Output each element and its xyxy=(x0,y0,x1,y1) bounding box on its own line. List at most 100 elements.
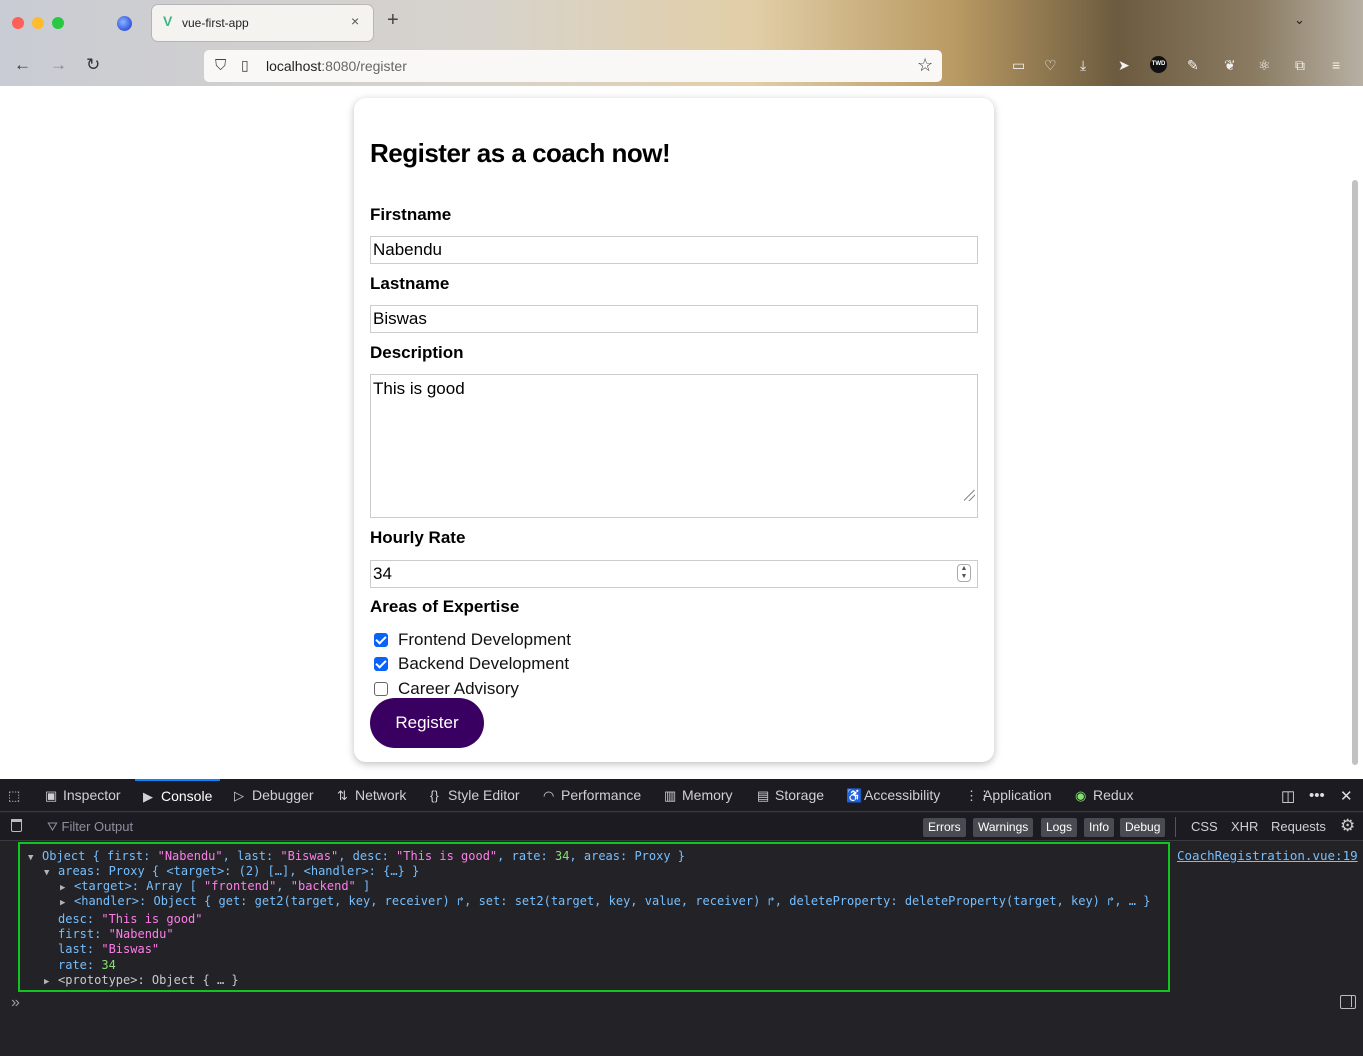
bookmark-star-icon[interactable]: ☆ xyxy=(917,55,933,76)
console-settings-gear-icon[interactable]: ⚙ xyxy=(1340,816,1355,836)
tab-accessibility[interactable]: ♿ Accessibility xyxy=(846,779,940,812)
tab-performance[interactable]: ◠ Performance xyxy=(543,779,641,812)
maximize-window-button[interactable] xyxy=(52,17,64,29)
tab-style-editor[interactable]: {} Style Editor xyxy=(430,779,520,812)
frontend-checkbox[interactable] xyxy=(374,633,388,647)
textarea-resize-handle[interactable] xyxy=(964,490,975,501)
browser-chrome: V vue-first-app × + ⌄ ← → ↻ ⛉ ▯ localhos… xyxy=(0,0,1363,86)
performance-icon: ◠ xyxy=(543,788,555,803)
tab-inspector[interactable]: ▣ Inspector xyxy=(45,779,121,812)
description-textarea[interactable]: This is good xyxy=(370,374,978,518)
back-button[interactable]: ← xyxy=(14,56,31,74)
react-extension-icon[interactable]: ⚛ xyxy=(1258,56,1271,74)
log-handler-line[interactable]: ▶ <handler>: Object { get: get2(target, k… xyxy=(60,894,1150,911)
screenshot-icon[interactable]: ▭ xyxy=(1012,56,1025,74)
hourly-rate-input[interactable] xyxy=(370,560,978,588)
split-console-icon[interactable] xyxy=(1340,995,1356,1009)
filter-output-input[interactable]: ⛛ Filter Output xyxy=(47,819,133,835)
tab-application-label: Application xyxy=(983,787,1052,803)
backend-checkbox-label[interactable]: Backend Development xyxy=(398,654,569,674)
toolbar-extensions: ▭ ♡ ⤓ ➤ TWD ✎ ❦ ⚛ ⧉ ≡ xyxy=(1012,56,1352,76)
redux-extension-icon[interactable]: ❦ xyxy=(1224,56,1236,74)
close-window-button[interactable] xyxy=(12,17,24,29)
list-all-tabs-button[interactable]: ⌄ xyxy=(1294,12,1305,28)
firstname-label: Firstname xyxy=(370,205,452,224)
tab-console-label: Console xyxy=(161,788,213,804)
page-scrollbar[interactable] xyxy=(1350,90,1360,765)
devtools-panel: ⬚ ▣ Inspector ▶ Console ▷ Debugger ⇅ Network… xyxy=(0,779,1363,1056)
clear-console-icon[interactable] xyxy=(11,819,22,832)
console-prompt-icon[interactable]: » xyxy=(11,994,20,1012)
career-checkbox[interactable] xyxy=(374,682,388,696)
tab-performance-label: Performance xyxy=(561,787,642,803)
lastname-label: Lastname xyxy=(370,274,450,293)
lastname-input[interactable] xyxy=(370,305,978,333)
close-devtools-icon[interactable]: ✕ xyxy=(1340,787,1353,805)
more-options-icon[interactable]: ••• xyxy=(1309,787,1325,804)
number-spinner[interactable]: ▲ ▼ xyxy=(957,564,971,582)
level-debug[interactable]: Debug xyxy=(1120,818,1166,837)
console-filterbar: ⛛ Filter Output Errors Warnings Logs Inf… xyxy=(0,813,1363,841)
expand-triangle-icon[interactable]: ▼ xyxy=(44,866,58,881)
dock-side-icon[interactable]: ◫ xyxy=(1281,787,1295,805)
url-text[interactable]: localhost:8080/register xyxy=(266,58,407,74)
tab-redux-label: Redux xyxy=(1093,787,1134,803)
firefox-view-icon[interactable] xyxy=(117,16,132,31)
register-button[interactable]: Register xyxy=(370,698,484,748)
level-errors[interactable]: Errors xyxy=(923,818,966,837)
backend-checkbox[interactable] xyxy=(374,657,388,671)
notes-extension-icon[interactable]: ✎ xyxy=(1187,56,1199,74)
collapse-triangle-icon[interactable]: ▶ xyxy=(44,975,58,990)
app-menu-icon[interactable]: ≡ xyxy=(1332,56,1340,74)
downloads-icon[interactable]: ⤓ xyxy=(1080,56,1086,74)
filter-xhr[interactable]: XHR xyxy=(1231,819,1258,834)
reload-button[interactable]: ↻ xyxy=(86,56,100,74)
tab-memory-label: Memory xyxy=(682,787,733,803)
tab-debugger[interactable]: ▷ Debugger xyxy=(234,779,314,812)
twd-extension-icon[interactable]: TWD xyxy=(1150,56,1167,73)
firstname-input[interactable] xyxy=(370,236,978,264)
areas-label: Areas of Expertise xyxy=(370,597,520,616)
tab-inspector-label: Inspector xyxy=(63,787,121,803)
career-checkbox-label[interactable]: Career Advisory xyxy=(398,679,519,699)
extensions-puzzle-icon[interactable]: ⧉ xyxy=(1295,56,1305,74)
tracking-shield-icon[interactable]: ⛉ xyxy=(215,57,226,74)
tab-network[interactable]: ⇅ Network xyxy=(337,779,406,812)
filter-css[interactable]: CSS xyxy=(1191,819,1218,834)
tab-storage[interactable]: ▤ Storage xyxy=(757,779,824,812)
level-warnings[interactable]: Warnings xyxy=(973,818,1034,837)
minimize-window-button[interactable] xyxy=(32,17,44,29)
tab-application[interactable]: ⋮⋮Application xyxy=(965,779,1052,812)
tab-memory[interactable]: ▥ Memory xyxy=(664,779,733,812)
level-logs[interactable]: Logs xyxy=(1041,818,1078,837)
tab-close-icon[interactable]: × xyxy=(351,13,359,29)
log-prototype-line[interactable]: ▶ <prototype>: Object { … } xyxy=(44,973,239,990)
expand-triangle-icon[interactable]: ▼ xyxy=(28,851,42,866)
tab-network-label: Network xyxy=(355,787,407,803)
forward-button[interactable]: → xyxy=(50,56,67,74)
level-info[interactable]: Info xyxy=(1084,818,1115,837)
tab-redux[interactable]: ◉ Redux xyxy=(1075,779,1133,812)
filter-icon: ⛛ xyxy=(47,819,58,834)
browser-tab[interactable]: V vue-first-app × xyxy=(152,5,373,41)
url-host: localhost xyxy=(266,58,322,74)
scrollbar-thumb[interactable] xyxy=(1352,180,1358,765)
pocket-icon[interactable]: ♡ xyxy=(1044,56,1057,74)
extension-arrow-icon[interactable]: ➤ xyxy=(1118,56,1130,74)
style-editor-icon: {} xyxy=(430,788,439,803)
url-bar[interactable]: ⛉ ▯ localhost:8080/register ☆ xyxy=(204,50,942,82)
new-tab-button[interactable]: + xyxy=(387,10,399,30)
tab-console[interactable]: ▶ Console xyxy=(135,779,221,812)
tab-accessibility-label: Accessibility xyxy=(864,787,941,803)
page-title: Register as a coach now! xyxy=(370,138,671,168)
tab-title: vue-first-app xyxy=(182,16,249,30)
element-picker-icon[interactable]: ⬚ xyxy=(8,779,26,812)
inspector-icon: ▣ xyxy=(45,788,58,803)
memory-icon: ▥ xyxy=(664,788,677,803)
application-icon: ⋮⋮ xyxy=(965,788,991,803)
source-link[interactable]: CoachRegistration.vue:19 xyxy=(1177,848,1358,863)
page-info-icon[interactable]: ▯ xyxy=(241,57,249,74)
frontend-checkbox-label[interactable]: Frontend Development xyxy=(398,630,571,650)
filter-requests[interactable]: Requests xyxy=(1271,819,1326,834)
collapse-triangle-icon[interactable]: ▶ xyxy=(60,896,74,911)
